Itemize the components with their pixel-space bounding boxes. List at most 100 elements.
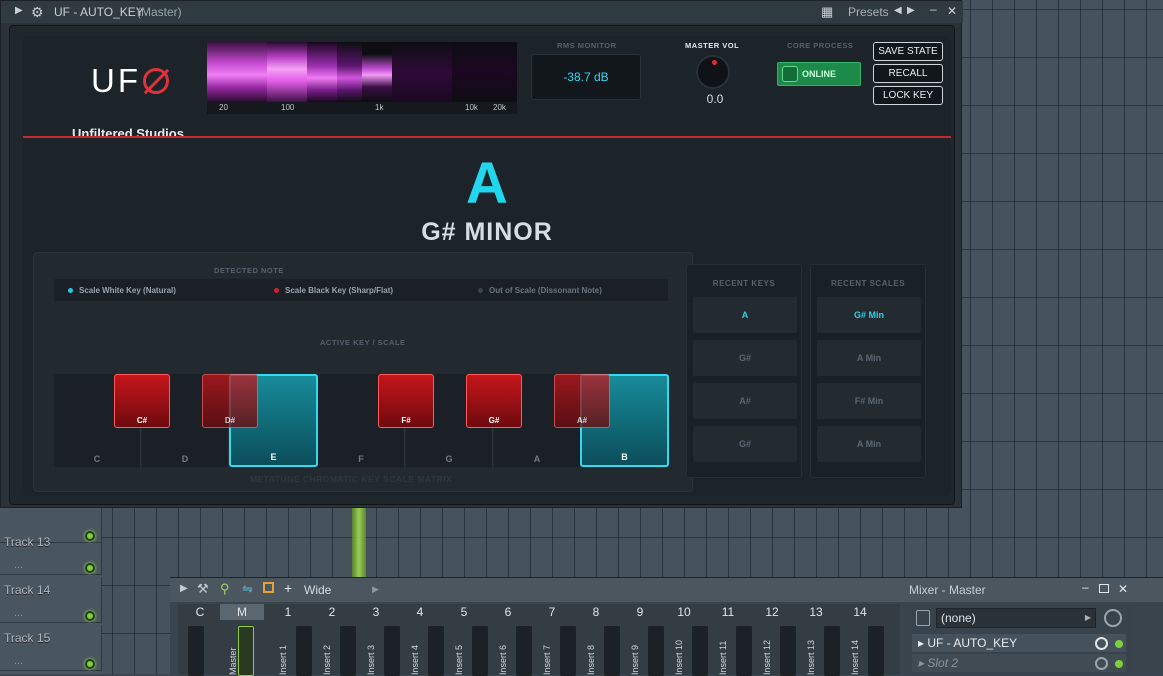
legend: Scale White Key (Natural) Scale Black Ke… xyxy=(54,279,668,301)
input-icon[interactable] xyxy=(916,610,930,626)
recent-scale-item[interactable]: G# Min xyxy=(817,297,921,333)
playhead-marker[interactable] xyxy=(352,508,366,578)
slot-mix-knob[interactable] xyxy=(1095,657,1108,670)
link-icon[interactable]: ⇋ xyxy=(242,581,253,597)
add-icon[interactable]: + xyxy=(284,580,292,596)
mixer-fader[interactable] xyxy=(648,626,664,676)
collapse-arrow-icon[interactable]: ▶ xyxy=(180,583,188,594)
track-led[interactable] xyxy=(85,611,95,621)
track-headers: Track 13 ... Track 14 ... Track 15 ... xyxy=(0,497,102,674)
close-button[interactable]: ✕ xyxy=(947,4,957,18)
wide-view-option[interactable]: Wide xyxy=(304,583,331,597)
mixer-fader[interactable] xyxy=(736,626,752,676)
route-select[interactable]: (none) ▶ xyxy=(936,608,1096,628)
key-label: D# xyxy=(224,416,236,425)
mixer-fader[interactable] xyxy=(824,626,840,676)
plugin-body: UF Unfiltered Studios 20 100 1k 10k 20k xyxy=(9,25,955,505)
black-key-c-sharp[interactable]: C# xyxy=(114,374,170,428)
detected-note-label: DETECTED NOTE xyxy=(214,266,284,275)
slot-enable-led[interactable] xyxy=(1115,640,1123,648)
mixer-fader[interactable] xyxy=(516,626,532,676)
save-state-button[interactable]: SAVE STATE xyxy=(873,42,943,61)
master-vol-value: 0.0 xyxy=(706,92,724,106)
matrix-label: METATUNE CHROMATIC KEY SCALE MATRIX xyxy=(250,474,453,484)
slot-2[interactable]: ▸ Slot 2 xyxy=(912,654,1126,672)
close-button[interactable]: ✕ xyxy=(1118,582,1128,596)
recent-key-item[interactable]: G# xyxy=(693,340,797,376)
mixer-title: Mixer - Master xyxy=(909,583,986,597)
gear-icon[interactable]: ⚙ xyxy=(31,4,44,21)
mixer-fader[interactable] xyxy=(560,626,576,676)
key-label: G xyxy=(445,454,453,464)
dropdown-arrow-icon: ▶ xyxy=(1084,613,1091,622)
key-label: G# xyxy=(488,416,500,425)
spectrum-analyzer xyxy=(207,42,517,102)
rms-label: RMS MONITOR xyxy=(557,41,617,50)
slot-enable-led[interactable] xyxy=(1115,660,1123,668)
track-led[interactable] xyxy=(85,563,95,573)
mixer-fader[interactable] xyxy=(428,626,444,676)
mixer-fader[interactable] xyxy=(868,626,884,676)
mixer-fader[interactable] xyxy=(340,626,356,676)
preset-next-icon[interactable]: ▶ xyxy=(907,5,915,16)
mixer-fader[interactable] xyxy=(692,626,708,676)
browser-icon[interactable]: ▦ xyxy=(821,4,833,20)
lock-key-button[interactable]: LOCK KEY xyxy=(873,86,943,105)
master-vol-knob[interactable] xyxy=(696,55,730,89)
strip-label: Insert 11 xyxy=(718,640,728,675)
track-dots: ... xyxy=(14,559,24,571)
presets-menu[interactable]: Presets xyxy=(848,5,889,19)
key-label: A xyxy=(533,454,541,464)
mixer-head: 1 xyxy=(284,605,292,619)
slot-1[interactable]: ▸ UF - AUTO_KEY xyxy=(912,634,1126,652)
mixer-fader[interactable] xyxy=(604,626,620,676)
maximize-button[interactable] xyxy=(1099,584,1109,593)
mixer-fader-master[interactable] xyxy=(238,626,254,676)
strip-label: Insert 13 xyxy=(806,639,816,675)
mixer-head: 2 xyxy=(328,605,336,619)
recent-key-item[interactable]: G# xyxy=(693,426,797,462)
spectrum-band xyxy=(452,42,517,102)
legend-dot xyxy=(478,288,483,294)
detected-scale: G# MINOR xyxy=(421,218,553,246)
axis-tick: 10k xyxy=(465,103,478,112)
track-header-15[interactable]: Track 15 ... xyxy=(0,625,102,671)
mixer-head: 11 xyxy=(721,605,735,619)
rms-value: -38.7 dB xyxy=(531,54,641,100)
recent-key-item[interactable]: A# xyxy=(693,383,797,419)
mixer-fader[interactable] xyxy=(296,626,312,676)
mixer-head: 7 xyxy=(548,605,556,619)
plugin-titlebar[interactable]: ▶ ⚙ UF - AUTO_KEY (Master) ▦ Presets ◀ ▶… xyxy=(1,1,963,23)
online-toggle-button[interactable]: ONLINE xyxy=(777,62,861,86)
clock-icon[interactable] xyxy=(1104,609,1122,627)
route-icon[interactable]: ⚲ xyxy=(220,581,230,597)
black-key-d-sharp[interactable]: D# xyxy=(202,374,258,428)
recent-scale-item[interactable]: F# Min xyxy=(817,383,921,419)
slot-mix-knob[interactable] xyxy=(1095,637,1108,650)
recall-button[interactable]: RECALL xyxy=(873,64,943,83)
minimize-button[interactable]: – xyxy=(1082,580,1089,594)
recent-scale-item[interactable]: A Min xyxy=(817,426,921,462)
recent-key-item[interactable]: A xyxy=(693,297,797,333)
strip-label: Insert 5 xyxy=(454,644,464,675)
mixer-fader-current[interactable] xyxy=(188,626,204,676)
track-header-13[interactable]: Track 13 ... xyxy=(0,529,102,575)
mixer-fader[interactable] xyxy=(472,626,488,676)
layout-icon[interactable] xyxy=(263,582,274,593)
black-key-g-sharp[interactable]: G# xyxy=(466,374,522,428)
collapse-arrow-icon[interactable]: ▶ xyxy=(15,5,23,16)
preset-prev-icon[interactable]: ◀ xyxy=(894,5,902,16)
broom-icon[interactable]: ⚒ xyxy=(197,581,209,597)
recent-scale-item[interactable]: A Min xyxy=(817,340,921,376)
spectrum-axis: 20 100 1k 10k 20k xyxy=(207,102,517,114)
track-led[interactable] xyxy=(85,659,95,669)
minimize-button[interactable]: – xyxy=(930,2,937,16)
detected-key: A xyxy=(466,151,508,216)
mixer-fader[interactable] xyxy=(384,626,400,676)
mixer-fader[interactable] xyxy=(780,626,796,676)
black-key-f-sharp[interactable]: F# xyxy=(378,374,434,428)
key-label: B xyxy=(621,452,628,462)
track-header-14[interactable]: Track 14 ... xyxy=(0,577,102,623)
black-key-a-sharp[interactable]: A# xyxy=(554,374,610,428)
arrow-right-icon[interactable]: ▶ xyxy=(372,584,379,595)
